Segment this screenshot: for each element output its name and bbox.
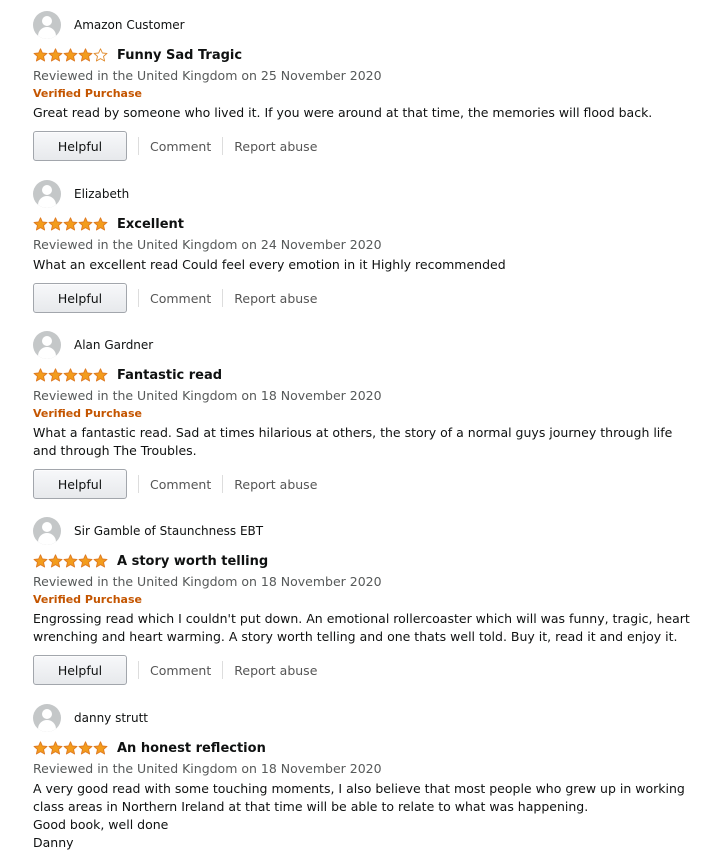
reviewer-name[interactable]: Elizabeth (74, 187, 129, 201)
review-actions: Helpful Comment Report abuse (33, 655, 693, 685)
star-filled-icon (33, 368, 48, 382)
star-filled-icon (33, 217, 48, 231)
star-filled-icon (93, 741, 108, 755)
star-filled-icon (33, 554, 48, 568)
star-filled-icon (93, 554, 108, 568)
review: Alan Gardner Fantastic read Reviewed in … (33, 330, 693, 499)
star-filled-icon (93, 217, 108, 231)
review-body: Great read by someone who lived it. If y… (33, 105, 653, 120)
divider (138, 661, 139, 679)
reviewer-profile[interactable]: danny strutt (33, 703, 693, 733)
star-empty-icon (93, 48, 108, 62)
avatar-icon (33, 517, 61, 545)
comment-link[interactable]: Comment (150, 139, 211, 154)
star-filled-icon (63, 741, 78, 755)
report-abuse-link[interactable]: Report abuse (234, 291, 317, 306)
star-filled-icon (78, 217, 93, 231)
review-date: Reviewed in the United Kingdom on 25 Nov… (33, 68, 382, 83)
star-filled-icon (93, 368, 108, 382)
reviewer-name[interactable]: Alan Gardner (74, 338, 153, 352)
review-title[interactable]: Fantastic read (117, 368, 222, 383)
report-abuse-link[interactable]: Report abuse (234, 477, 317, 492)
star-filled-icon (63, 554, 78, 568)
reviewer-profile[interactable]: Elizabeth (33, 179, 693, 209)
review-date: Reviewed in the United Kingdom on 18 Nov… (33, 388, 382, 403)
review-body: What an excellent read Could feel every … (33, 257, 506, 272)
reviewer-name[interactable]: Sir Gamble of Staunchness EBT (74, 524, 263, 538)
star-rating[interactable] (33, 741, 108, 755)
divider (222, 289, 224, 307)
helpful-button[interactable]: Helpful (33, 655, 127, 685)
review-actions: Helpful Comment Report abuse (33, 131, 693, 161)
star-filled-icon (78, 741, 93, 755)
avatar-icon (33, 11, 61, 39)
star-filled-icon (63, 217, 78, 231)
star-rating[interactable] (33, 48, 108, 62)
reviewer-profile[interactable]: Alan Gardner (33, 330, 693, 360)
star-filled-icon (78, 554, 93, 568)
review: Sir Gamble of Staunchness EBT A story wo… (33, 516, 693, 685)
star-filled-icon (48, 554, 63, 568)
star-filled-icon (48, 741, 63, 755)
star-filled-icon (48, 217, 63, 231)
reviewer-name[interactable]: Amazon Customer (74, 18, 185, 32)
review-body: Engrossing read which I couldn't put dow… (33, 611, 690, 644)
comment-link[interactable]: Comment (150, 477, 211, 492)
star-filled-icon (63, 48, 78, 62)
reviewer-profile[interactable]: Sir Gamble of Staunchness EBT (33, 516, 693, 546)
review-date: Reviewed in the United Kingdom on 18 Nov… (33, 574, 382, 589)
star-rating[interactable] (33, 368, 108, 382)
comment-link[interactable]: Comment (150, 291, 211, 306)
avatar-icon (33, 704, 61, 732)
report-abuse-link[interactable]: Report abuse (234, 139, 317, 154)
divider (222, 475, 224, 493)
reviewer-name[interactable]: danny strutt (74, 711, 148, 725)
review-body: What a fantastic read. Sad at times hila… (33, 425, 673, 458)
star-filled-icon (33, 741, 48, 755)
star-filled-icon (63, 368, 78, 382)
helpful-button[interactable]: Helpful (33, 131, 127, 161)
divider (138, 137, 139, 155)
review-title[interactable]: Funny Sad Tragic (117, 48, 242, 63)
star-filled-icon (48, 48, 63, 62)
review-date: Reviewed in the United Kingdom on 24 Nov… (33, 237, 382, 252)
report-abuse-link[interactable]: Report abuse (234, 663, 317, 678)
comment-link[interactable]: Comment (150, 663, 211, 678)
divider (138, 475, 139, 493)
divider (222, 137, 224, 155)
review-title[interactable]: Excellent (117, 217, 184, 232)
star-filled-icon (78, 368, 93, 382)
star-filled-icon (78, 48, 93, 62)
verified-purchase-badge[interactable]: Verified Purchase (33, 86, 693, 101)
avatar-icon (33, 180, 61, 208)
review-date: Reviewed in the United Kingdom on 18 Nov… (33, 761, 382, 776)
review-title[interactable]: A story worth telling (117, 554, 268, 569)
review-actions: Helpful Comment Report abuse (33, 469, 693, 499)
review-body: A very good read with some touching mome… (33, 781, 685, 850)
review: danny strutt An honest reflection Review… (33, 703, 693, 852)
review: Amazon Customer Funny Sad Tragic Reviewe… (33, 10, 693, 161)
star-filled-icon (48, 368, 63, 382)
avatar-icon (33, 331, 61, 359)
verified-purchase-badge[interactable]: Verified Purchase (33, 406, 693, 421)
reviewer-profile[interactable]: Amazon Customer (33, 10, 693, 40)
star-filled-icon (33, 48, 48, 62)
review-title[interactable]: An honest reflection (117, 741, 266, 756)
divider (138, 289, 139, 307)
star-rating[interactable] (33, 217, 108, 231)
helpful-button[interactable]: Helpful (33, 469, 127, 499)
helpful-button[interactable]: Helpful (33, 283, 127, 313)
verified-purchase-badge[interactable]: Verified Purchase (33, 592, 693, 607)
star-rating[interactable] (33, 554, 108, 568)
review-actions: Helpful Comment Report abuse (33, 283, 693, 313)
review: Elizabeth Excellent Reviewed in the Unit… (33, 179, 693, 313)
divider (222, 661, 224, 679)
